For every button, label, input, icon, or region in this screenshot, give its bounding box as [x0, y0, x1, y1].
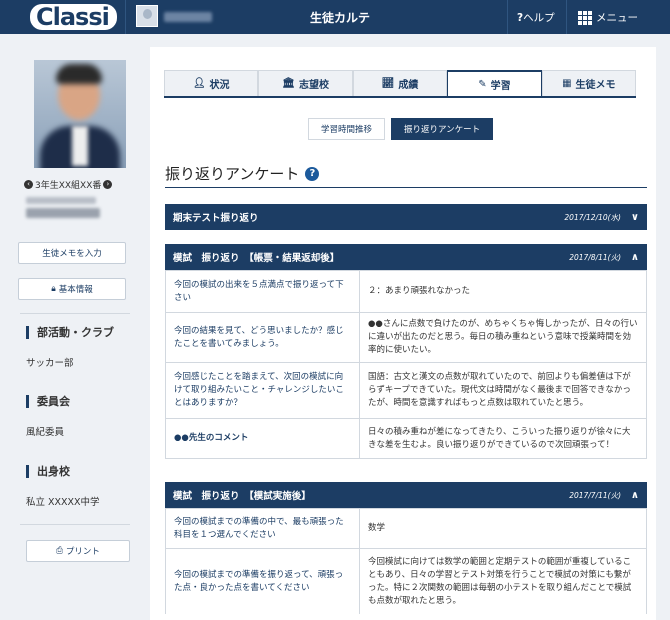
section-header-mock-after[interactable]: 模試 振り返り 【模試実施後】 2017/7/11(火) ∧ — [165, 482, 647, 508]
tab-label: 学習 — [490, 80, 511, 92]
divider — [507, 0, 508, 34]
logo-text: Classi — [30, 4, 117, 30]
page-header-title: 生徒カルテ — [310, 11, 371, 25]
subtab-reflection-survey[interactable]: 振り返りアンケート — [391, 118, 494, 140]
question-cell: 今回の結果を見て、どう思いましたか？感じたことを書いてみましょう。 — [166, 313, 360, 362]
help-label: ヘルプ — [523, 12, 555, 24]
help-icon[interactable]: ? — [305, 166, 320, 181]
tab-label: 生徒メモ — [575, 80, 616, 91]
table-row: 今回の結果を見て、どう思いましたか？感じたことを書いてみましょう。 ●●さんに点… — [166, 312, 646, 362]
club-heading: 部活動・クラブ — [26, 326, 114, 339]
chevron-up-icon[interactable]: ∧ — [631, 490, 639, 501]
divider — [20, 313, 130, 314]
answer-cell: ２：あまり頑張れなかった — [368, 286, 471, 296]
note-icon: ▦ — [562, 78, 572, 89]
divider — [566, 0, 567, 34]
student-kana-blurred — [26, 197, 96, 204]
subtab-study-time[interactable]: 学習時間推移 — [308, 118, 386, 140]
class-number: 3年生XX組XX番 — [35, 181, 102, 191]
page-title: 振り返りアンケート ? — [165, 163, 320, 184]
classi-logo[interactable]: Classi — [30, 3, 117, 31]
school-heading: 出身校 — [26, 465, 70, 478]
question-cell: 今回の模試までの準備の中で、最も頑張った科目を１つ選んでください — [166, 509, 360, 548]
prev-student-icon[interactable]: ‹ — [24, 180, 33, 189]
top-bar: Classi 生徒カルテ ?ヘルプ メニュー — [0, 0, 670, 34]
table-row: 今回の模試の出来を５点満点で振り返って下さい ２：あまり頑張れなかった — [166, 270, 646, 312]
section-header-final-exam[interactable]: 期末テスト振り返り 2017/12/10(水) ∨ — [165, 204, 647, 230]
student-name-blurred — [26, 208, 100, 218]
section-title: 模試 振り返り 【模試実施後】 — [173, 491, 311, 502]
tab-status[interactable]: 👤︎ 状況 — [164, 70, 259, 96]
section-date: 2017/7/11(火) — [569, 490, 621, 500]
tab-grades[interactable]: 📈︎ 成績 — [352, 70, 448, 96]
question-cell: 今回の模試までの準備を振り返って、頑張った点・良かった点を書いてください — [166, 549, 360, 614]
committee-heading: 委員会 — [26, 395, 70, 408]
tab-bar: 👤︎ 状況 🏛︎ 志望校 📈︎ 成績 ✎ 学習 ▦ 生徒メモ — [164, 70, 637, 98]
building-icon: 🏛︎ — [282, 78, 295, 89]
avatar[interactable] — [136, 5, 158, 27]
school-value: 私立 XXXXX中学 — [26, 497, 100, 508]
user-icon: 👤︎ — [192, 78, 206, 89]
table-row: 今回の模試までの準備の中で、最も頑張った科目を１つ選んでください 数学 — [166, 508, 646, 548]
student-photo — [34, 60, 126, 168]
qa-table: 今回の模試の出来を５点満点で振り返って下さい ２：あまり頑張れなかった 今回の結… — [165, 270, 647, 459]
answer-cell: ●●さんに点数で負けたのが、めちゃくちゃ悔しかったが、日々の行いに違いが出たのだ… — [368, 319, 638, 355]
tab-label: 状況 — [209, 80, 230, 91]
answer-cell: 数学 — [368, 523, 386, 533]
section-date: 2017/12/10(水) — [564, 212, 621, 222]
divider — [165, 187, 647, 188]
print-label: プリント — [65, 547, 100, 557]
table-row: 今回感じたことを踏まえて、次回の模試に向けて取り組みたいこと・チャレンジしたいこ… — [166, 362, 646, 418]
qa-table: 今回の模試までの準備の中で、最も頑張った科目を１つ選んでください 数学 今回の模… — [165, 508, 647, 614]
divider — [125, 0, 126, 34]
answer-cell: 国語：古文と漢文の点数が取れていたので、前回よりも偏差値は下がらずキープできてい… — [368, 372, 631, 408]
basic-info-label: 基本情報 — [58, 285, 93, 295]
menu-button[interactable]: メニュー — [578, 10, 638, 25]
committee-value: 風紀委員 — [26, 427, 65, 438]
pencil-icon: ✎ — [478, 78, 487, 90]
grid-menu-icon — [578, 10, 592, 25]
user-name-blurred — [164, 12, 212, 22]
divider — [20, 524, 130, 525]
memo-input-label: 生徒メモを入力 — [42, 249, 102, 259]
class-navigator: ‹ 3年生XX組XX番 › — [24, 178, 113, 191]
chevron-down-icon[interactable]: ∨ — [631, 212, 639, 223]
club-value: サッカー部 — [26, 358, 74, 369]
section-header-mock-result[interactable]: 模試 振り返り 【帳票・結果返却後】 2017/8/11(火) ∧ — [165, 244, 647, 270]
tab-student-memo[interactable]: ▦ 生徒メモ — [541, 70, 637, 96]
question-cell: 今回感じたことを踏まえて、次回の模試に向けて取り組みたいこと・チャレンジしたいこ… — [166, 363, 360, 418]
menu-label: メニュー — [596, 12, 638, 24]
printer-icon: ⎙ — [56, 546, 63, 556]
section-title: 模試 振り返り 【帳票・結果返却後】 — [173, 253, 340, 264]
tab-label: 志望校 — [298, 80, 329, 91]
basic-info-button[interactable]: 🔒︎ 基本情報 — [18, 278, 126, 300]
print-button[interactable]: ⎙ プリント — [26, 540, 130, 562]
chart-icon: 📈︎ — [381, 78, 395, 89]
chevron-up-icon[interactable]: ∧ — [631, 252, 639, 263]
tab-study[interactable]: ✎ 学習 — [447, 70, 542, 96]
table-row: ●●先生のコメント 日々の積み重ねが差になってきたり、こういった振り返りが徐々に… — [166, 418, 646, 458]
memo-input-button[interactable]: 生徒メモを入力 — [18, 242, 126, 264]
tab-target-school[interactable]: 🏛︎ 志望校 — [258, 70, 353, 96]
section-date: 2017/8/11(火) — [569, 252, 621, 262]
page-title-text: 振り返りアンケート — [165, 165, 300, 183]
help-link[interactable]: ?ヘルプ — [517, 10, 555, 25]
answer-cell: 今回模試に向けては数学の範囲と定期テストの範囲が重複していることもあり、日々の学… — [368, 556, 632, 606]
lock-icon: 🔒︎ — [51, 284, 56, 294]
answer-cell: 日々の積み重ねが差になってきたり、こういった振り返りが徐々に大きな差を生むよ。良… — [368, 426, 631, 450]
question-cell: 今回の模試の出来を５点満点で振り返って下さい — [166, 271, 360, 312]
tab-label: 成績 — [398, 80, 419, 91]
next-student-icon[interactable]: › — [103, 180, 113, 189]
section-title: 期末テスト振り返り — [173, 213, 259, 224]
table-row: 今回の模試までの準備を振り返って、頑張った点・良かった点を書いてください 今回模… — [166, 548, 646, 614]
subtab-bar: 学習時間推移 振り返りアンケート — [308, 118, 494, 140]
question-cell: ●●先生のコメント — [166, 419, 360, 458]
